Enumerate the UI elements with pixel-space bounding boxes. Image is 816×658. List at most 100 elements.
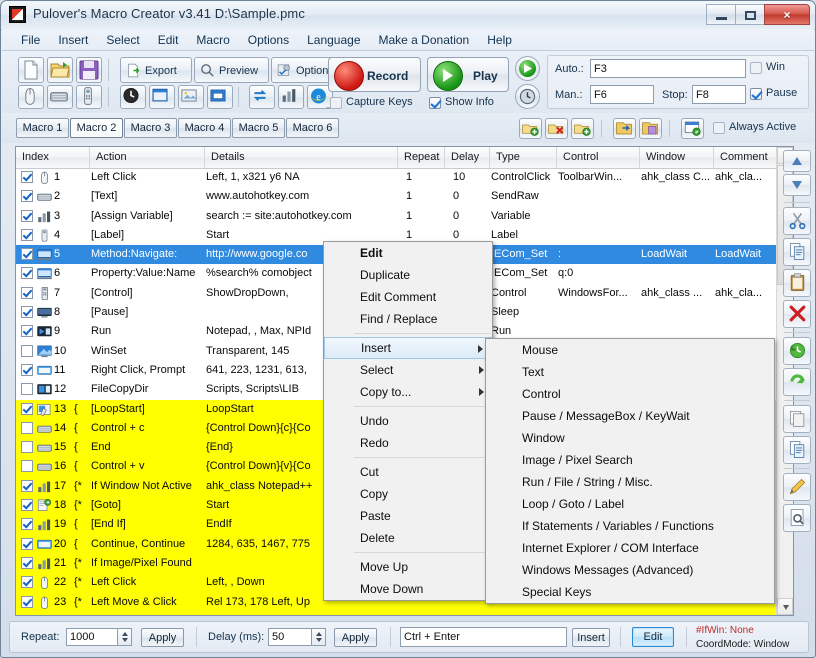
context-menu-item-paste[interactable]: Paste xyxy=(324,505,492,527)
delete-macro-button[interactable] xyxy=(545,118,568,139)
submenu-item-window[interactable]: Window xyxy=(486,427,774,449)
preview-button[interactable]: Preview xyxy=(194,57,269,83)
undo-button[interactable] xyxy=(783,337,811,365)
pause-checkbox[interactable] xyxy=(750,88,762,100)
play-once-button[interactable] xyxy=(515,56,540,81)
tab-macro-4[interactable]: Macro 4 xyxy=(178,118,231,138)
delay-button[interactable] xyxy=(120,85,146,109)
move-down-button[interactable] xyxy=(783,174,811,196)
load-macro-button[interactable] xyxy=(613,118,636,139)
show-info-checkbox[interactable] xyxy=(429,97,441,109)
context-menu-item-delete[interactable]: Delete xyxy=(324,527,492,549)
auto-hotkey-input[interactable]: F3 xyxy=(590,59,746,78)
row-enabled-checkbox[interactable] xyxy=(21,460,33,473)
menu-item-edit[interactable]: Edit xyxy=(149,30,188,50)
row-enabled-checkbox[interactable] xyxy=(21,595,33,608)
row-enabled-checkbox[interactable] xyxy=(21,383,33,396)
context-menu-item-select[interactable]: Select xyxy=(324,359,492,381)
mouse-record-button[interactable] xyxy=(18,85,44,109)
table-row[interactable]: 3 [Assign Variable] search := site:autohot… xyxy=(16,207,779,226)
column-header-repeat[interactable]: Repeat xyxy=(398,147,445,168)
win-checkbox[interactable] xyxy=(750,62,762,74)
row-enabled-checkbox[interactable] xyxy=(21,441,33,454)
row-enabled-checkbox[interactable] xyxy=(21,518,33,531)
row-enabled-checkbox[interactable] xyxy=(21,614,33,615)
tab-macro-6[interactable]: Macro 6 xyxy=(286,118,339,138)
row-enabled-checkbox[interactable] xyxy=(21,499,33,512)
tab-macro-3[interactable]: Macro 3 xyxy=(124,118,177,138)
submenu-item-if-statements-variables-functions[interactable]: If Statements / Variables / Functions xyxy=(486,515,774,537)
column-header-type[interactable]: Type xyxy=(490,147,557,168)
row-enabled-checkbox[interactable] xyxy=(21,190,33,203)
copy-to-button[interactable] xyxy=(783,436,811,464)
context-menu-item-move-up[interactable]: Move Up xyxy=(324,556,492,578)
minimize-button[interactable] xyxy=(706,4,736,25)
row-enabled-checkbox[interactable] xyxy=(21,363,33,376)
submenu-item-run-file-string-misc[interactable]: Run / File / String / Misc. xyxy=(486,471,774,493)
always-active-checkbox[interactable] xyxy=(713,122,725,134)
remote-control-button[interactable] xyxy=(76,85,102,109)
always-active-toggle-button[interactable] xyxy=(681,118,704,139)
column-header-control[interactable]: Control xyxy=(557,147,640,168)
table-row[interactable]: 1 Left Click Left, 1, x321 y6 NA 1 10 Control… xyxy=(16,168,779,187)
repeat-spinner[interactable] xyxy=(118,628,132,646)
column-header-details[interactable]: Details xyxy=(205,147,398,168)
row-enabled-checkbox[interactable] xyxy=(21,209,33,222)
row-enabled-checkbox[interactable] xyxy=(21,171,33,183)
redo-button[interactable] xyxy=(783,368,811,396)
play-button[interactable]: Play xyxy=(427,57,509,92)
tab-macro-2[interactable]: Macro 2 xyxy=(70,118,123,138)
move-up-button[interactable] xyxy=(783,150,811,172)
menu-item-file[interactable]: File xyxy=(12,30,49,50)
column-header-comment[interactable]: Comment xyxy=(714,147,781,168)
context-menu-item-undo[interactable]: Undo xyxy=(324,410,492,432)
row-enabled-checkbox[interactable] xyxy=(21,267,33,280)
submenu-item-pause-messagebox-keywait[interactable]: Pause / MessageBox / KeyWait xyxy=(486,405,774,427)
submenu-item-control[interactable]: Control xyxy=(486,383,774,405)
submenu-item-text[interactable]: Text xyxy=(486,361,774,383)
row-enabled-checkbox[interactable] xyxy=(21,537,33,550)
menu-item-language[interactable]: Language xyxy=(298,30,369,50)
repeat-input[interactable]: 1000 xyxy=(66,628,118,646)
row-enabled-checkbox[interactable] xyxy=(21,344,33,357)
row-enabled-checkbox[interactable] xyxy=(21,228,33,241)
submenu-item-special-keys[interactable]: Special Keys xyxy=(486,581,774,603)
messagebox-button[interactable] xyxy=(207,85,233,109)
duplicate-macro-button[interactable] xyxy=(571,118,594,139)
menu-item-insert[interactable]: Insert xyxy=(49,30,97,50)
submenu-item-mouse[interactable]: Mouse xyxy=(486,339,774,361)
cut-button[interactable] xyxy=(783,207,811,235)
find-button[interactable] xyxy=(783,504,811,532)
export-button[interactable]: Export xyxy=(120,57,192,83)
menu-item-macro[interactable]: Macro xyxy=(187,30,238,50)
delay-apply-button[interactable]: Apply xyxy=(334,628,377,647)
row-enabled-checkbox[interactable] xyxy=(21,306,33,319)
row-enabled-checkbox[interactable] xyxy=(21,248,33,261)
open-button[interactable] xyxy=(47,57,73,83)
context-menu-item-redo[interactable]: Redo xyxy=(324,432,492,454)
record-button[interactable]: Record xyxy=(328,57,421,92)
save-button[interactable] xyxy=(76,57,102,83)
delay-spinner[interactable] xyxy=(312,628,326,646)
tab-macro-5[interactable]: Macro 5 xyxy=(232,118,285,138)
loop-button[interactable] xyxy=(249,85,275,109)
variable-button[interactable] xyxy=(278,85,304,109)
column-header-index[interactable]: Index xyxy=(16,147,90,168)
add-macro-button[interactable] xyxy=(519,118,542,139)
hotkey-input[interactable]: Ctrl + Enter xyxy=(400,627,567,647)
capture-keys-checkbox[interactable] xyxy=(330,97,342,109)
menu-item-select[interactable]: Select xyxy=(97,30,148,50)
table-row[interactable]: 2 [Text] www.autohotkey.com 1 0 SendRaw xyxy=(16,187,779,206)
column-header-delay[interactable]: Delay xyxy=(445,147,490,168)
menu-item-help[interactable]: Help xyxy=(478,30,521,50)
row-enabled-checkbox[interactable] xyxy=(21,421,33,434)
edit-button[interactable] xyxy=(783,473,811,501)
window-button[interactable] xyxy=(149,85,175,109)
submenu-item-windows-messages-advanced[interactable]: Windows Messages (Advanced) xyxy=(486,559,774,581)
edit-action-button[interactable]: Edit xyxy=(632,627,674,647)
stop-hotkey-input[interactable]: F8 xyxy=(692,85,746,104)
tab-macro-1[interactable]: Macro 1 xyxy=(16,118,69,138)
submenu-item-loop-goto-label[interactable]: Loop / Goto / Label xyxy=(486,493,774,515)
delete-button[interactable] xyxy=(783,300,811,328)
context-menu-item-find-replace[interactable]: Find / Replace xyxy=(324,308,492,330)
